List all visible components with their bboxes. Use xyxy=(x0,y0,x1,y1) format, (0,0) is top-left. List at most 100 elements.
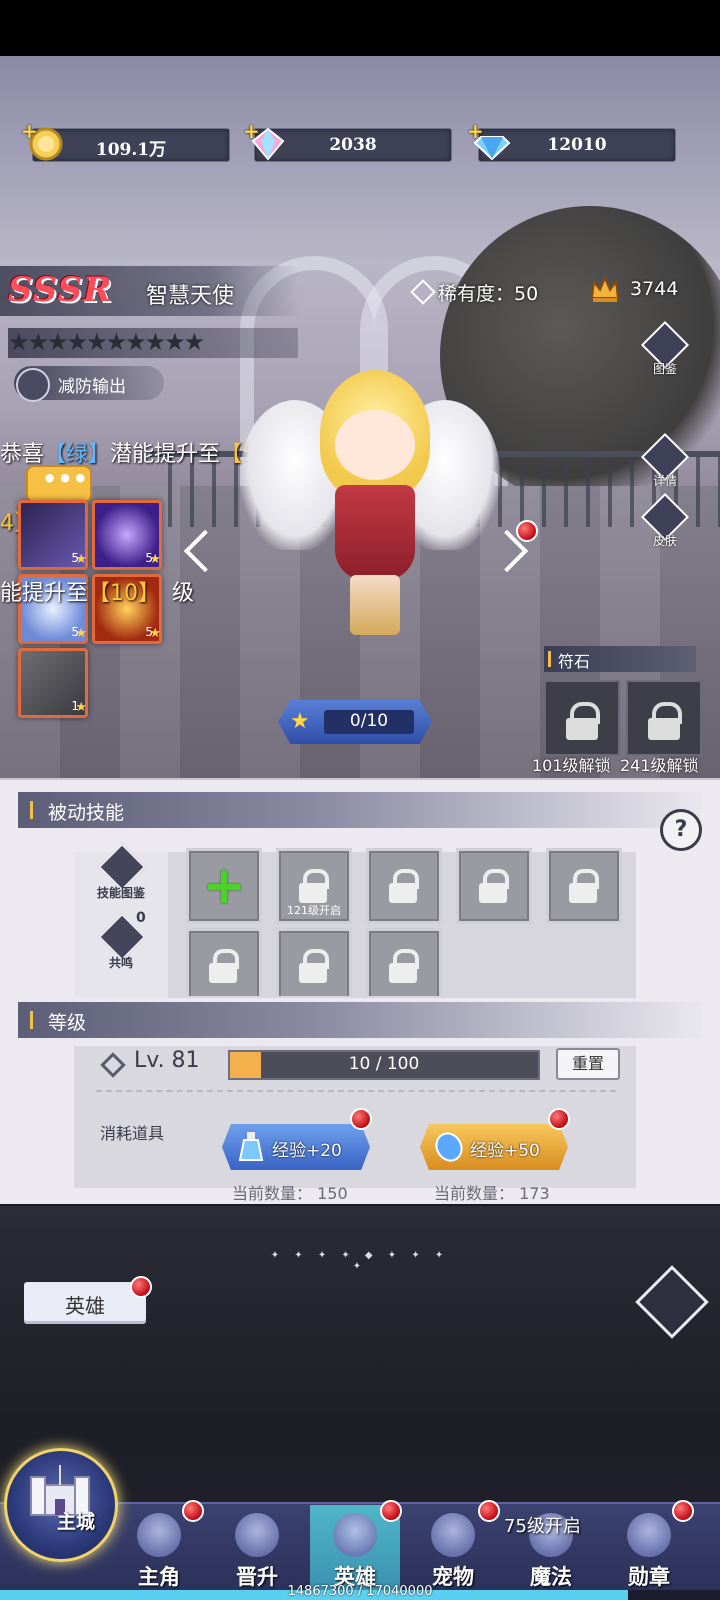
star-icon: ★ xyxy=(125,328,147,356)
rune-slot-1[interactable] xyxy=(544,680,620,756)
protagonist-icon xyxy=(137,1513,181,1557)
item-quantity: 当前数量： 150 xyxy=(232,1184,348,1203)
potion-icon xyxy=(238,1132,264,1161)
diamond-value: 12010 xyxy=(547,135,607,155)
hero-level: Lv. 81 xyxy=(134,1048,200,1073)
star-icon: ★ xyxy=(149,626,161,641)
star-icon: ★ xyxy=(105,328,128,356)
chat-bubble-icon[interactable]: ••• xyxy=(26,465,92,503)
nav-promote[interactable]: 晋升 xyxy=(212,1505,302,1595)
passive-slot-locked[interactable] xyxy=(456,848,532,924)
lock-body xyxy=(389,963,417,983)
player-exp-bar: 14867300 / 17040000 xyxy=(0,1584,720,1600)
notification-dot xyxy=(516,520,538,542)
broadcast-tag: 【绿】 xyxy=(44,442,111,467)
passive-slot-add[interactable]: + xyxy=(186,848,262,924)
passive-slot-locked[interactable] xyxy=(276,928,352,996)
active-skill-5[interactable]: 1 ★ xyxy=(18,648,88,718)
star-up-text: 0/10 xyxy=(349,711,389,731)
hero-tab[interactable]: 英雄 xyxy=(24,1282,146,1324)
lock-body xyxy=(209,963,237,983)
passive-skill-title: 被动技能 xyxy=(48,802,125,824)
skin-button[interactable]: 皮肤 xyxy=(640,492,690,556)
player-exp-text: 14867300 / 17040000 xyxy=(287,1584,433,1599)
broadcast-text: 级 xyxy=(172,581,195,606)
level-title: 等级 xyxy=(48,1012,87,1034)
skin-label: 皮肤 xyxy=(652,534,677,548)
role-tag: 减防输出 xyxy=(14,366,164,402)
broadcast-level: 【10】 xyxy=(88,581,161,606)
skill-codex-button[interactable]: 技能图鉴 xyxy=(96,842,147,900)
rune-slot-caption: 101级解锁 xyxy=(532,756,611,775)
rune-slot-2[interactable] xyxy=(626,680,702,756)
resonance-button[interactable]: 共鸣 0 xyxy=(96,910,147,970)
broadcast-text: 能提升至 xyxy=(0,581,89,606)
crystal-currency[interactable]: + 2038 xyxy=(243,119,452,162)
active-skill-1[interactable]: 5 ★ xyxy=(18,500,88,570)
skill-codex-label: 技能图鉴 xyxy=(96,886,145,900)
add-skill-icon: + xyxy=(202,856,246,916)
rune-slot-caption: 241级解锁 xyxy=(620,756,699,775)
passive-slot-locked[interactable] xyxy=(186,928,262,996)
reset-button[interactable]: 重置 xyxy=(556,1048,620,1080)
medal-icon xyxy=(627,1513,671,1557)
gold-currency[interactable]: + 109.1万 xyxy=(21,119,230,162)
codex-button[interactable]: 图鉴 xyxy=(640,320,690,384)
codex-label: 图鉴 xyxy=(652,362,677,376)
status-bar xyxy=(0,0,720,56)
diamond-currency[interactable]: + 12010 xyxy=(467,119,676,162)
exp-potion-20-button[interactable]: 经验+20 xyxy=(222,1124,370,1170)
main-city-button[interactable]: 主城 xyxy=(4,1448,118,1562)
details-button[interactable]: 详情 xyxy=(640,432,690,496)
notification-dot xyxy=(130,1276,152,1298)
exp-book-50-button[interactable]: 经验+50 xyxy=(420,1124,568,1170)
lock-body xyxy=(299,963,327,983)
passive-slot-row-2 xyxy=(186,926,636,996)
role-label: 减防输出 xyxy=(58,377,126,397)
help-button[interactable]: ? xyxy=(660,809,702,851)
rune-header: 符石 xyxy=(544,646,696,672)
notification-dot xyxy=(672,1500,694,1522)
star-icon: ★ xyxy=(47,328,69,356)
rune-title: 符石 xyxy=(558,652,591,671)
broadcast-message: 能提升至【10】级 xyxy=(0,575,194,607)
passive-slot-locked[interactable] xyxy=(366,928,442,996)
hero-detail-screen: + 109.1万 + 2038 + 12010 SSSR 智慧天使 ★★★★★★… xyxy=(0,0,720,1600)
star-icon: ★ xyxy=(66,328,89,356)
rarity-text: 稀有度：50 xyxy=(420,279,538,306)
lock-body xyxy=(566,718,598,740)
star-icon: ★ xyxy=(75,552,87,567)
hero-face xyxy=(335,410,415,480)
exp-item-label: 经验+50 xyxy=(470,1141,540,1161)
passive-slot-locked[interactable] xyxy=(366,848,442,924)
star-up-progress[interactable]: ★ 0/10 xyxy=(278,700,432,744)
details-label: 详情 xyxy=(652,474,677,488)
passive-skill-header: 被动技能 xyxy=(18,792,702,828)
hero-dress xyxy=(335,485,415,580)
star-icon: ★ xyxy=(75,626,87,641)
star-icon: ★ xyxy=(8,328,30,356)
gold-value: 109.1万 xyxy=(95,140,167,160)
promote-icon xyxy=(235,1513,279,1557)
resonance-count: 0 xyxy=(136,910,146,926)
consume-items-label: 消耗道具 xyxy=(100,1124,165,1143)
combat-power: 3744 xyxy=(630,278,679,300)
notification-dot xyxy=(478,1500,500,1522)
passive-slot-locked[interactable]: 121级开启 xyxy=(276,848,352,924)
hero-legs xyxy=(350,575,400,635)
main-city-label: 主城 xyxy=(57,1511,96,1533)
active-skill-2[interactable]: 5 ★ xyxy=(92,500,162,570)
lock-body xyxy=(648,718,680,740)
pet-icon xyxy=(431,1513,475,1557)
xp-bar: 10 / 100 xyxy=(228,1050,540,1080)
star-icon: ★ xyxy=(144,328,167,356)
passive-slot-locked[interactable] xyxy=(546,848,622,924)
ornament-divider: ✦ ✦ ✦ ✦ ◆ ✦ ✦ ✦ ✦ xyxy=(270,1250,450,1272)
notification-dot xyxy=(350,1108,372,1130)
role-icon xyxy=(16,368,50,402)
lock-body xyxy=(569,883,597,903)
hero-character[interactable] xyxy=(240,370,500,650)
hero-name: 智慧天使 xyxy=(146,284,235,309)
hero-tab-label: 英雄 xyxy=(65,1294,105,1318)
level-header: 等级 xyxy=(18,1002,702,1038)
